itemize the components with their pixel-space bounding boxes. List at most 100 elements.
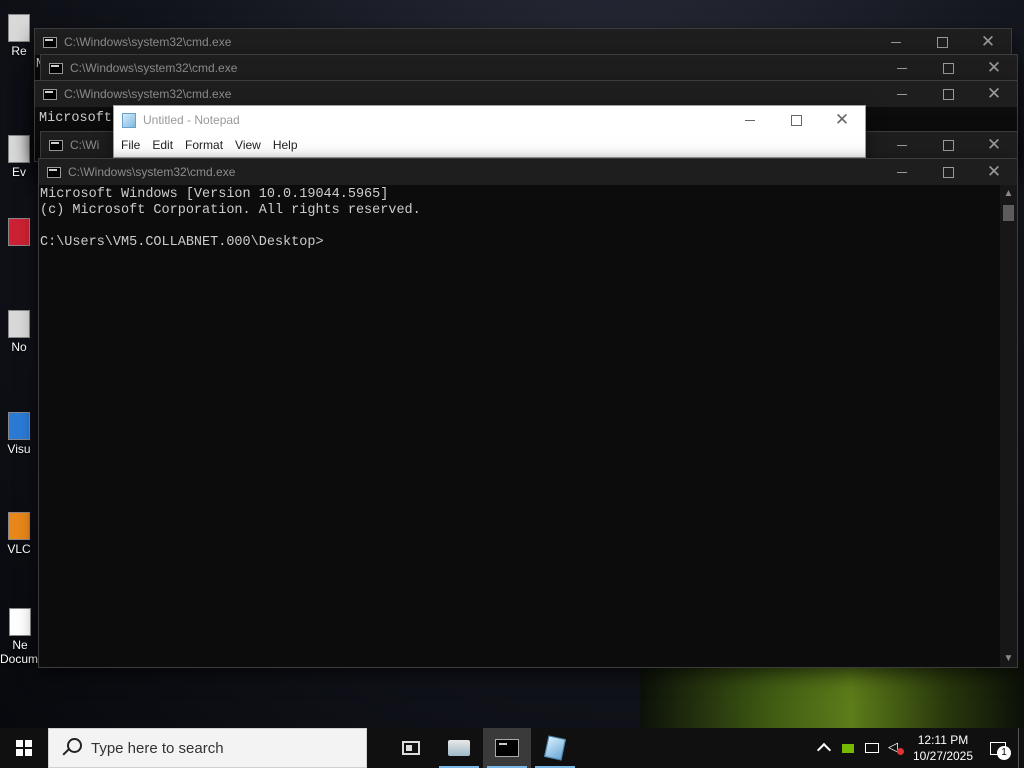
action-center-button[interactable]: 1 (978, 728, 1018, 768)
vlc-icon (8, 512, 30, 540)
maximize-button[interactable] (925, 159, 971, 185)
network-tray-item[interactable] (860, 728, 884, 768)
title-bar[interactable]: C:\Windows\system32\cmd.exe ✕ (35, 81, 1017, 107)
volume-tray-item[interactable] (884, 728, 908, 768)
menu-file[interactable]: File (115, 138, 146, 152)
desktop-icon-app[interactable] (0, 218, 38, 248)
minimize-button[interactable] (727, 106, 773, 134)
cmd-icon (43, 88, 57, 100)
window-title: C:\Windows\system32\cmd.exe (64, 87, 232, 101)
console-output[interactable]: Microsoft Windows [Version 10.0.19044.59… (39, 185, 1000, 667)
close-button[interactable]: ✕ (819, 106, 865, 134)
desktop-icon-ev[interactable]: Ev (0, 135, 38, 179)
maximize-button[interactable] (925, 55, 971, 81)
close-button[interactable]: ✕ (971, 132, 1017, 158)
menu-bar: File Edit Format View Help (114, 134, 865, 156)
nvidia-tray-item[interactable] (836, 728, 860, 768)
taskbar-file-explorer[interactable] (435, 728, 483, 768)
notepad-icon (543, 735, 567, 761)
menu-help[interactable]: Help (267, 138, 304, 152)
window-title: C:\Windows\system32\cmd.exe (70, 61, 238, 75)
clock-date: 10/27/2025 (912, 749, 974, 763)
desktop-icon-notepad[interactable]: No (0, 310, 38, 354)
desktop-icon-visual-studio[interactable]: Visu (0, 412, 38, 456)
close-button[interactable]: ✕ (965, 29, 1011, 55)
minimize-button[interactable] (879, 81, 925, 107)
network-icon (865, 743, 879, 753)
window-title: C:\Windows\system32\cmd.exe (64, 35, 232, 49)
nvidia-icon (842, 743, 854, 753)
scroll-thumb[interactable] (1003, 205, 1014, 221)
scroll-up-icon[interactable]: ▲ (1000, 185, 1017, 202)
start-button[interactable] (0, 728, 48, 768)
desktop-icon-label: No (11, 340, 27, 354)
close-button[interactable]: ✕ (971, 159, 1017, 185)
task-view-icon (402, 741, 420, 755)
desktop-icon-vlc[interactable]: VLC (0, 512, 38, 556)
show-hidden-icons-button[interactable] (812, 728, 836, 768)
taskbar-notepad[interactable] (531, 728, 579, 768)
app-shortcut-icon (8, 135, 30, 163)
app-shortcut-icon (8, 218, 30, 246)
console-line: Microsoft Windows [Version 10.0.19044.59… (40, 187, 389, 202)
title-bar[interactable]: C:\Windows\system32\cmd.exe ✕ (35, 29, 1011, 55)
system-tray: 12:11 PM 10/27/2025 1 (812, 728, 1024, 768)
notepad-window[interactable]: Untitled - Notepad ✕ File Edit Format Vi… (113, 105, 866, 158)
notification-badge: 1 (997, 746, 1011, 760)
maximize-button[interactable] (925, 132, 971, 158)
title-bar[interactable]: C:\Windows\system32\cmd.exe ✕ (41, 55, 1017, 81)
window-title: Untitled - Notepad (143, 113, 240, 127)
desktop-icon-label: VLC (7, 542, 31, 556)
desktop-icon-label: Visu (7, 442, 31, 456)
cmd-icon (49, 62, 63, 74)
cmd-icon (49, 139, 63, 151)
recycle-bin-icon (8, 14, 30, 42)
minimize-button[interactable] (879, 132, 925, 158)
clock-time: 12:11 PM (917, 733, 969, 747)
desktop-icon-label: Ev (11, 165, 26, 179)
notepad-shortcut-icon (8, 310, 30, 338)
cmd-icon (43, 36, 57, 48)
notepad-icon (122, 112, 136, 128)
cmd-icon (47, 166, 61, 178)
close-button[interactable]: ✕ (971, 81, 1017, 107)
taskbar: Type here to search 12:11 PM 10/27/2025 … (0, 728, 1024, 768)
cmd-window-active[interactable]: C:\Windows\system32\cmd.exe ✕ Microsoft … (38, 158, 1018, 668)
console-prompt: C:\Users\VM5.COLLABNET.000\Desktop> (40, 235, 324, 250)
minimize-button[interactable] (879, 159, 925, 185)
maximize-button[interactable] (919, 29, 965, 55)
window-title: C:\Windows\system32\cmd.exe (68, 165, 236, 179)
command-prompt-icon (495, 739, 519, 757)
title-bar[interactable]: Untitled - Notepad ✕ (114, 106, 865, 134)
visual-studio-icon (8, 412, 30, 440)
desktop-icon-label: Re (11, 44, 27, 58)
title-bar[interactable]: C:\Windows\system32\cmd.exe ✕ (39, 159, 1017, 185)
scroll-down-icon[interactable]: ▼ (1000, 650, 1017, 667)
menu-edit[interactable]: Edit (146, 138, 179, 152)
minimize-button[interactable] (873, 29, 919, 55)
console-peek-text: Microsoft (39, 111, 112, 126)
menu-view[interactable]: View (229, 138, 267, 152)
search-placeholder: Type here to search (91, 739, 224, 757)
close-button[interactable]: ✕ (971, 55, 1017, 81)
document-icon (9, 608, 31, 636)
clock[interactable]: 12:11 PM 10/27/2025 (908, 732, 978, 764)
minimize-button[interactable] (879, 55, 925, 81)
windows-logo-icon (16, 740, 32, 756)
search-icon (61, 737, 83, 759)
desktop-icon-recycle-bin[interactable]: Re (0, 14, 38, 58)
file-explorer-icon (448, 740, 470, 756)
task-view-button[interactable] (387, 728, 435, 768)
desktop-icon-new-document[interactable]: Ne Docum… (0, 608, 51, 666)
wallpaper (640, 660, 1024, 730)
taskbar-search-box[interactable]: Type here to search (48, 728, 367, 768)
maximize-button[interactable] (773, 106, 819, 134)
maximize-button[interactable] (925, 81, 971, 107)
desktop-icon-label: Ne Docum… (0, 638, 51, 666)
console-line: (c) Microsoft Corporation. All rights re… (40, 203, 421, 218)
taskbar-command-prompt[interactable] (483, 728, 531, 768)
show-desktop-button[interactable] (1018, 728, 1024, 768)
menu-format[interactable]: Format (179, 138, 229, 152)
vertical-scrollbar[interactable]: ▲ ▼ (1000, 185, 1017, 667)
